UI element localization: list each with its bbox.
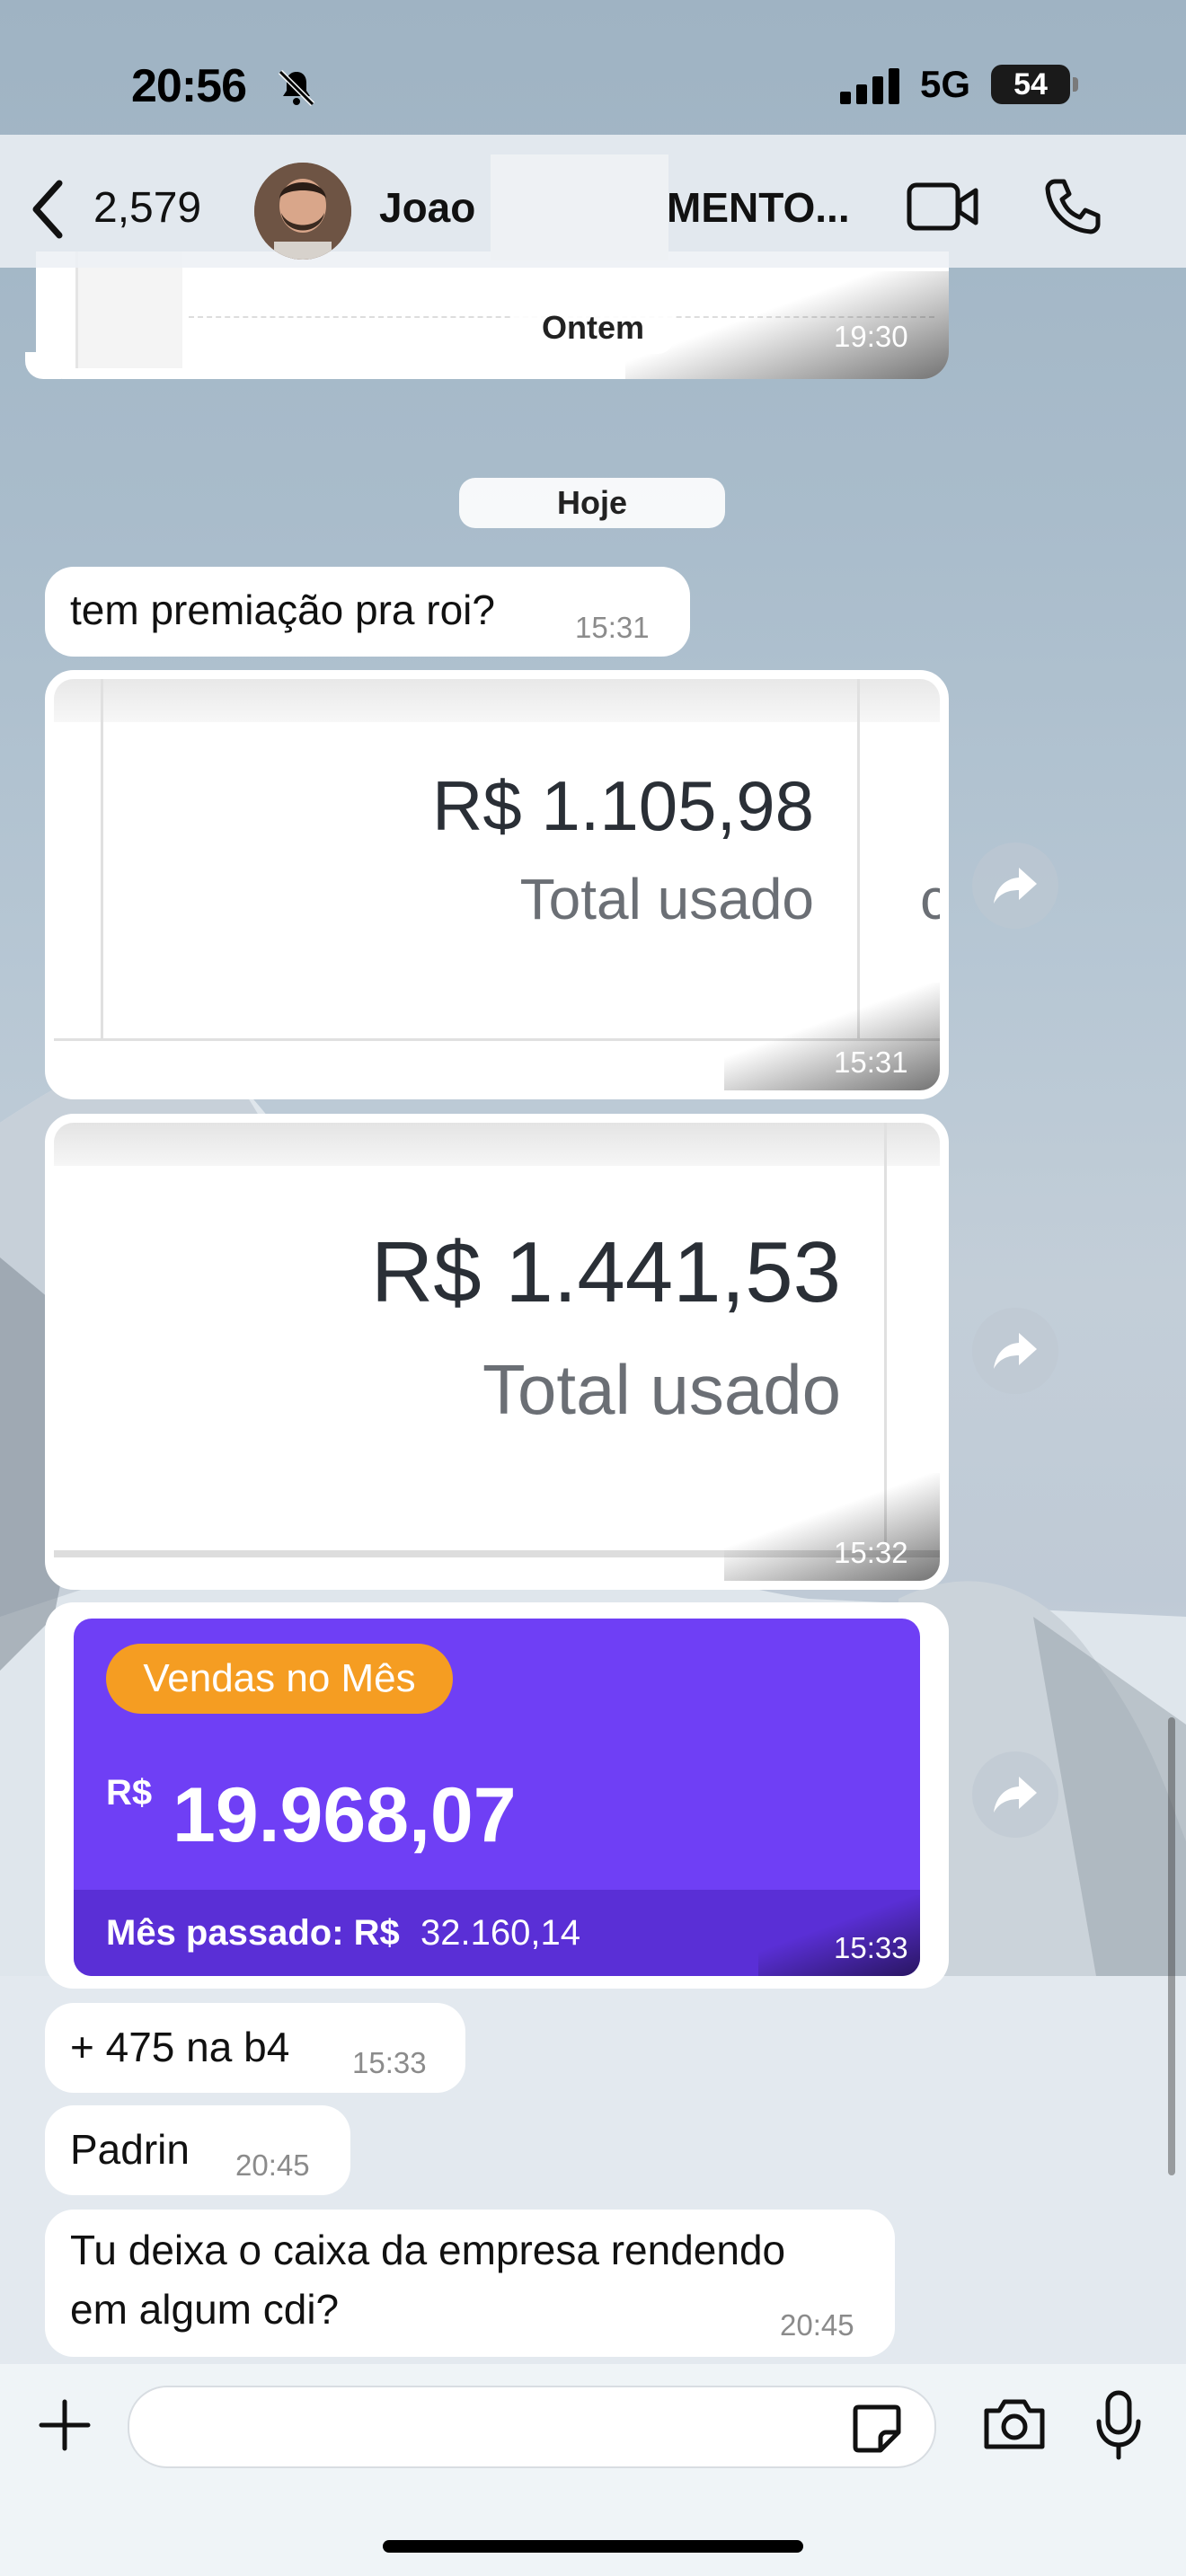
network-label: 5G (920, 63, 971, 105)
image-grid-line (101, 679, 103, 1038)
amount-text: R$ 1.105,98 (431, 766, 814, 845)
previous-image-message[interactable]: 19:30 (36, 251, 949, 379)
forward-button[interactable] (972, 1751, 1058, 1838)
battery-level: 54 (1013, 67, 1048, 101)
avatar-face (254, 163, 351, 260)
message-time: 15:32 (834, 1536, 908, 1569)
message-time: 20:45 (235, 2148, 310, 2182)
forward-arrow-icon (994, 1777, 1037, 1813)
currency-label: R$ (106, 1773, 153, 1813)
message-time: 15:31 (575, 611, 650, 644)
phone-call-icon[interactable] (1042, 176, 1102, 235)
image-message-total-used-2[interactable]: R$ 1.441,53 Total usado 15:32 (45, 1114, 949, 1590)
message-text: Padrin (70, 2126, 190, 2173)
amount-label: Total usado (482, 1350, 841, 1429)
sales-badge-label: Vendas no Mês (143, 1656, 416, 1700)
unread-count[interactable]: 2,579 (93, 183, 201, 233)
redacted-area (491, 154, 668, 260)
contact-name-first[interactable]: Joao (379, 183, 475, 232)
forward-button[interactable] (972, 1308, 1058, 1394)
camera-icon[interactable] (981, 2396, 1048, 2452)
cellular-signal-icon (840, 68, 899, 104)
image-top-strip (54, 679, 940, 722)
forward-arrow-icon (994, 1333, 1037, 1369)
avatar[interactable] (254, 163, 351, 260)
sales-amount: 19.968,07 (173, 1772, 517, 1858)
message-text-line2: em algum cdi? (70, 2286, 340, 2333)
date-pill-today: Hoje (459, 478, 725, 528)
battery-tip (1073, 77, 1078, 92)
last-month-value: 32.160,14 (420, 1913, 580, 1953)
microphone-icon[interactable] (1094, 2389, 1143, 2461)
message-text: tem premiação pra roi? (70, 587, 495, 633)
message-time: 15:33 (352, 2046, 427, 2079)
image-top-strip (54, 1123, 940, 1166)
message-time: 19:30 (834, 320, 908, 353)
scroll-indicator[interactable] (1168, 1717, 1175, 2175)
forward-button[interactable] (972, 842, 1058, 929)
forward-arrow-icon (994, 868, 1037, 904)
image-strip (75, 251, 182, 368)
contact-name-rest[interactable]: MENTO... (667, 183, 850, 232)
silent-bell-icon (278, 69, 315, 107)
date-pill-yesterday: Ontem (512, 302, 674, 354)
sales-card: Vendas no Mês R$ 19.968,07 Mês passado: … (74, 1619, 920, 1976)
message-time: 15:31 (834, 1045, 908, 1079)
plus-icon[interactable] (36, 2396, 93, 2454)
image-message-total-used-1[interactable]: R$ 1.105,98 Total usado c 15:31 (45, 670, 949, 1099)
partial-text: c (920, 867, 949, 931)
back-chevron-icon[interactable] (25, 176, 70, 243)
status-time: 20:56 (131, 60, 247, 112)
video-call-icon[interactable] (906, 178, 981, 235)
amount-label: Total usado (519, 867, 814, 931)
message-input[interactable] (128, 2386, 936, 2468)
message-text: + 475 na b4 (70, 2024, 290, 2070)
last-month-label: Mês passado: R$ (106, 1913, 400, 1953)
message-time: 15:33 (834, 1931, 908, 1964)
chat-screen: 20:56 5G 54 19:30 Ontem Hoje tem premiaç… (0, 0, 1186, 2576)
home-indicator[interactable] (383, 2540, 803, 2553)
sticker-icon[interactable] (850, 2402, 904, 2456)
message-text-line1: Tu deixa o caixa da empresa rendendo (70, 2227, 786, 2273)
message-time: 20:45 (780, 2308, 854, 2342)
amount-text: R$ 1.441,53 (370, 1224, 841, 1320)
